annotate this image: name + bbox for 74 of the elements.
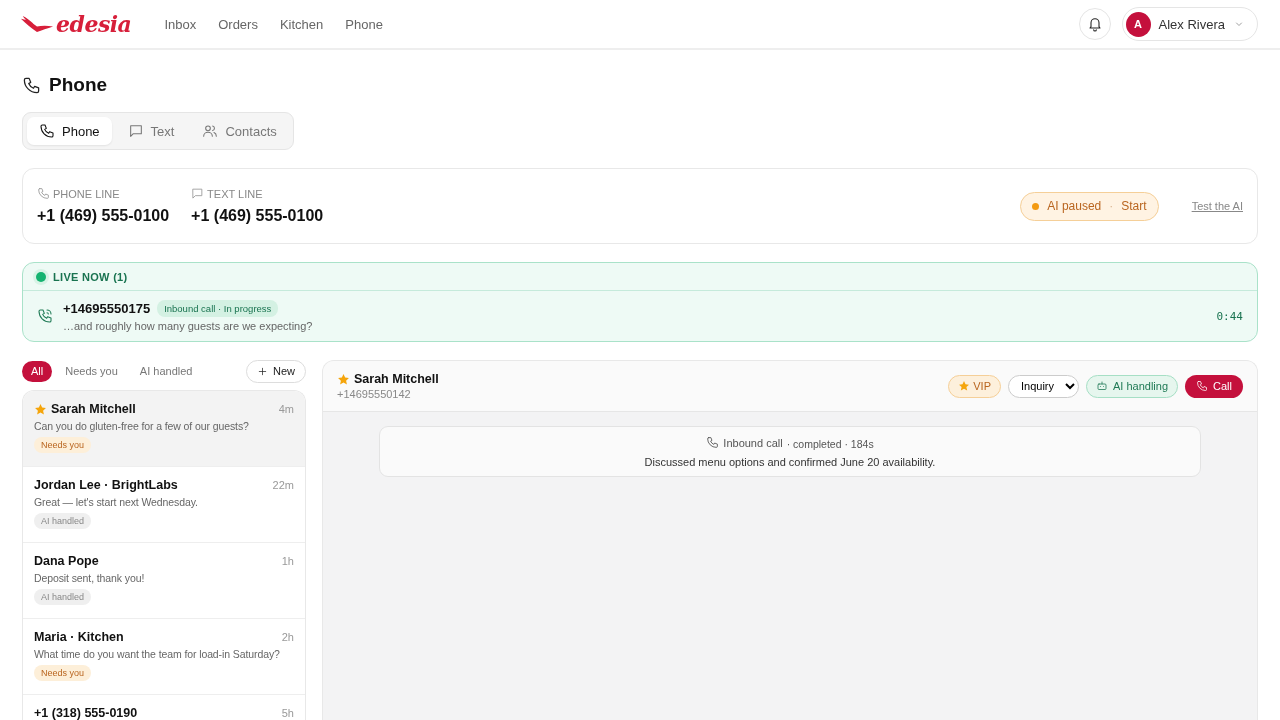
live-title: LIVE NOW (1) [53, 270, 128, 283]
live-transcript: …and roughly how many guests are we expecting? [63, 320, 314, 332]
plus-icon [257, 365, 268, 377]
nav-link[interactable]: Kitchen [279, 16, 324, 32]
brand-name: edesia [56, 11, 132, 37]
message-preview: Can you do gluten-free for a few of our guests? [34, 420, 250, 432]
phone-icon [39, 123, 55, 139]
line-number: +1 (469) 555-0100 [37, 207, 170, 225]
filter-chip[interactable]: Needs you [56, 360, 127, 382]
chat-bubble-icon [127, 123, 144, 139]
message-time: 2h [281, 631, 294, 643]
phone-icon [37, 187, 50, 200]
tab[interactable]: Contacts [190, 117, 289, 145]
user-avatar: A [1125, 11, 1151, 37]
conversation-item[interactable]: +1 (318) 555-0190 5h [23, 695, 305, 720]
filter-chip[interactable]: AI handled [130, 360, 202, 382]
nav-link[interactable]: Orders [218, 16, 258, 32]
message-time: 4m [278, 403, 294, 415]
new-button[interactable]: New [246, 359, 306, 383]
message-preview: Deposit sent, thank you! [34, 572, 146, 584]
call-duration: 0:44 [1216, 309, 1243, 323]
page-title: Phone [49, 74, 108, 96]
contact-name: Sarah Mitchell [51, 402, 136, 416]
tab[interactable]: Phone [27, 117, 112, 145]
tab[interactable]: Text [115, 117, 187, 145]
conversation-item[interactable]: Maria · Kitchen 2h What time do you want the team for load-in Saturday? Needs you [23, 619, 305, 695]
robot-icon [1096, 380, 1108, 392]
status-tag: AI handled [34, 589, 92, 605]
message-time: 22m [272, 479, 294, 491]
conversation-item[interactable]: Jordan Lee · BrightLabs 22m Great — let's start next Wednesday. AI handled [23, 467, 305, 543]
phone-icon [1196, 380, 1209, 392]
message-preview: Great — let's start next Wednesday. [34, 496, 199, 508]
user-name: Alex Rivera [1158, 16, 1225, 32]
status-tag: Needs you [34, 665, 92, 681]
message-time: 1h [281, 555, 294, 567]
ringing-phone-icon [37, 308, 53, 324]
contact-phone: +14695550142 [337, 388, 412, 400]
caller-number: +14695550175 [63, 301, 151, 316]
call-button[interactable]: Call [1185, 374, 1243, 398]
message-preview: What time do you want the team for load-in Saturday? [34, 648, 281, 660]
status-tag: Needs you [34, 437, 92, 453]
contact-name: +1 (318) 555-0190 [34, 706, 138, 720]
line-label: TEXT LINE [207, 187, 263, 200]
contact-name: Sarah Mitchell [354, 372, 439, 386]
ai-handling-button[interactable]: AI handling [1086, 374, 1179, 398]
ai-status-button[interactable]: AI paused · Start [1020, 191, 1159, 221]
star-icon [958, 380, 971, 392]
vip-button[interactable]: VIP [948, 374, 1001, 398]
event-meta: · completed · 184s [786, 438, 874, 450]
conversation-item[interactable]: Dana Pope 1h Deposit sent, thank you! AI handled [23, 543, 305, 619]
conversation-item[interactable]: Sarah Mitchell 4m Can you do gluten-free for a few of our guests? Needs you [23, 391, 305, 467]
live-indicator-icon [36, 271, 46, 282]
test-ai-link[interactable]: Test the AI [1191, 200, 1243, 212]
chat-bubble-icon [191, 187, 205, 200]
nav-link[interactable]: Inbox [164, 16, 197, 32]
event-summary: Discussed menu options and confirmed June 20 availability. [644, 456, 936, 468]
event-title: Inbound call [723, 436, 783, 449]
phone-icon [22, 75, 41, 95]
stage-select[interactable]: Inquiry [1008, 374, 1079, 398]
contact-name: Jordan Lee · BrightLabs [34, 478, 178, 492]
contact-name: Maria · Kitchen [34, 630, 124, 644]
line-number: +1 (469) 555-0100 [191, 207, 324, 225]
notifications-button[interactable] [1078, 8, 1111, 40]
call-status-badge: Inbound call · In progress [157, 300, 279, 317]
status-tag: AI handled [34, 513, 92, 529]
filter-chip[interactable]: All [22, 360, 53, 382]
user-menu[interactable]: A Alex Rivera [1121, 7, 1258, 41]
people-icon [202, 123, 219, 139]
contact-name: Dana Pope [34, 554, 99, 568]
line-label: PHONE LINE [53, 187, 120, 200]
nav-link[interactable]: Phone [345, 16, 383, 32]
phone-icon [706, 436, 720, 449]
message-time: 5h [281, 707, 294, 719]
bird-logo-icon [20, 14, 54, 34]
